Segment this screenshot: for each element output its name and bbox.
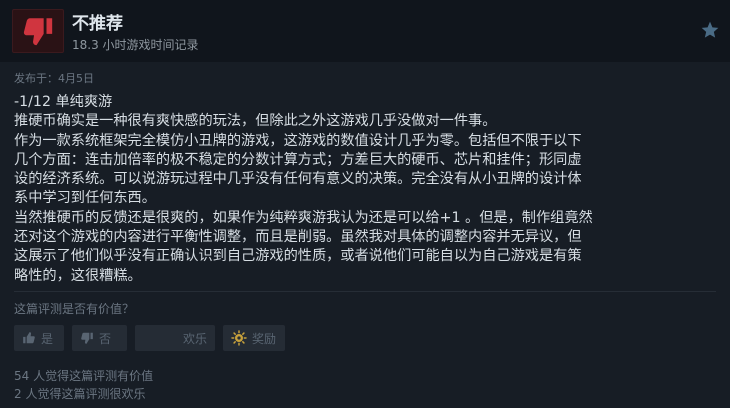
review-body: -1/12 单纯爽游 推硬币确实是一种很有爽快感的玩法，但除此之外这游戏几乎没做… [14,93,718,286]
helpful-no-label: 否 [99,331,112,346]
review-verdict: 不推荐 [72,14,123,34]
helpful-count: 54 人觉得这篇评测有价值 [14,369,154,383]
review-line: 推硬币确实是一种很有爽快感的玩法，但除此之外这游戏几乎没做对一件事。 [14,113,497,130]
award-button[interactable]: 奖励 [223,325,285,351]
review-line: 作为一款系统框架完全模仿小丑牌的游戏，这游戏的数值设计几乎为零。包括但不限于以下 [14,132,582,149]
not-recommended-badge [12,9,64,53]
playtime-hours: 18.3 小时游戏时间记录 [72,38,199,52]
review-line: 还对这个游戏的内容进行平衡性调整，而且是削弱。虽然我对具体的调整内容并无异议，但 [14,229,582,246]
thumbs-down-icon [23,18,53,46]
funny-button[interactable]: 欢乐 [135,325,215,351]
helpful-question: 这篇评测是否有价值？ [14,302,135,316]
funny-label: 欢乐 [182,331,207,346]
review-line: 系中学习到任何东西。 [14,190,156,207]
helpful-yes-button[interactable]: 是 [14,325,64,351]
review-line: 当然推硬币的反馈还是很爽的，如果作为纯粹爽游我认为还是可以给+1 。但是，制作组… [14,209,593,226]
helpful-yes-label: 是 [41,331,54,346]
thumbs-up-icon [23,332,35,344]
review-line: 设的经济系统。可以说游玩过程中几乎没有任何有意义的决策。完全没有从小丑牌的设计体 [14,171,582,188]
posted-date: 发布于：4月5日 [14,72,94,85]
review-line: -1/12 单纯爽游 [14,94,113,110]
review-line: 几个方面：连击加倍率的极不稳定的分数计算方式；方差巨大的硬币、芯片和挂件；形同虚 [14,151,582,168]
star-icon[interactable] [700,20,720,40]
review-card: 不推荐 18.3 小时游戏时间记录 发布于：4月5日 -1/12 单纯爽游 推硬… [0,0,730,408]
award-icon [231,330,247,346]
divider [14,291,716,292]
review-header: 不推荐 18.3 小时游戏时间记录 [0,0,730,62]
feedback-buttons: 是 否 欢乐 奖励 [14,325,285,351]
funny-count: 2 人觉得这篇评测很欢乐 [14,387,146,401]
thumbs-down-icon [81,332,93,344]
review-line: 这展示了他们似乎没有正确认识到自己游戏的性质，或者说他们可能自以为自己游戏是有策 [14,248,582,265]
award-label: 奖励 [252,331,277,346]
helpful-no-button[interactable]: 否 [72,325,127,351]
review-line: 略性的，这很糟糕。 [14,267,142,284]
